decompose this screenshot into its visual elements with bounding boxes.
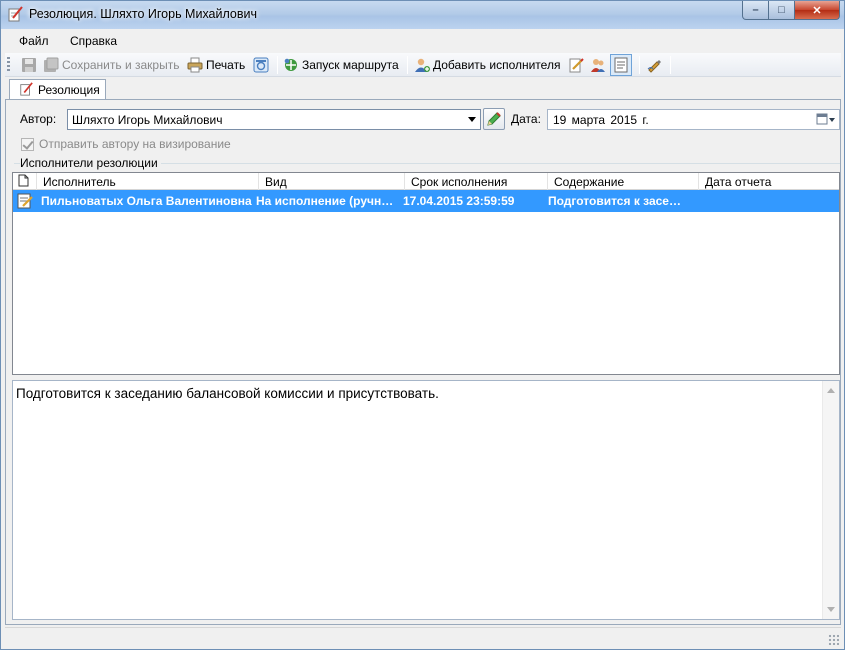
start-route-label: Запуск маршрута: [302, 58, 399, 72]
menu-bar: Файл Справка: [5, 30, 841, 52]
print-button[interactable]: Печать: [187, 56, 245, 74]
author-combobox[interactable]: Шляхто Игорь Михайлович: [67, 109, 481, 130]
header-deadline[interactable]: Срок исполнения: [405, 173, 548, 190]
header-doc-icon-column[interactable]: [13, 173, 37, 190]
toolbar: Сохранить и закрыть Печать Запуск маршру…: [5, 53, 841, 77]
route-icon: [283, 57, 299, 73]
close-button[interactable]: ✕: [795, 1, 840, 20]
checkbox-checked-icon: [21, 137, 34, 151]
toolbar-separator: [639, 56, 640, 74]
tab-resolution[interactable]: Резолюция: [9, 79, 106, 100]
status-bar: [5, 627, 841, 647]
form-preview-icon: [253, 57, 269, 73]
maximize-button[interactable]: □: [769, 1, 795, 20]
memo-vertical-scrollbar[interactable]: [822, 381, 839, 619]
minimize-button[interactable]: –: [742, 1, 769, 20]
header-kind[interactable]: Вид: [259, 173, 405, 190]
resolution-tab-icon: [19, 81, 33, 99]
author-value: Шляхто Игорь Михайлович: [72, 113, 223, 127]
date-picker[interactable]: 19 марта 2015 г.: [547, 109, 840, 130]
executors-table[interactable]: Исполнитель Вид Срок исполнения Содержан…: [12, 172, 840, 375]
start-route-button[interactable]: Запуск маршрута: [283, 56, 399, 74]
add-executor-label: Добавить исполнителя: [433, 58, 561, 72]
resolution-text-area[interactable]: Подготовится к заседанию балансовой коми…: [12, 380, 840, 620]
save-and-close-button[interactable]: Сохранить и закрыть: [43, 56, 179, 74]
menu-file[interactable]: Файл: [19, 34, 49, 48]
send-to-author-label: Отправить автору на визирование: [39, 137, 231, 151]
window-title: Резолюция. Шляхто Игорь Михайлович: [29, 7, 258, 21]
table-header: Исполнитель Вид Срок исполнения Содержан…: [13, 173, 839, 190]
document-icon: [18, 174, 29, 187]
cell-content: Подготовится к засе…: [548, 194, 681, 208]
add-user-icon: [414, 57, 430, 73]
cell-deadline: 17.04.2015 23:59:59: [403, 194, 515, 208]
document-icon: [613, 57, 629, 76]
cell-executor: Пильноватых Ольга Валентиновна: [41, 194, 252, 208]
sign-button[interactable]: [647, 56, 663, 74]
resolution-panel: Автор: Шляхто Игорь Михайлович Дата: 19 …: [5, 99, 841, 625]
resolution-window: Резолюция. Шляхто Игорь Михайлович – □ ✕…: [0, 0, 845, 650]
date-value: 19 марта 2015 г.: [553, 113, 649, 127]
header-content[interactable]: Содержание: [548, 173, 699, 190]
scroll-up-arrow-icon[interactable]: [827, 388, 835, 393]
date-label: Дата:: [511, 112, 541, 126]
save-close-icon: [43, 57, 59, 73]
header-executor[interactable]: Исполнитель: [37, 173, 259, 190]
resolution-doc-icon: [17, 193, 33, 209]
add-executor-button[interactable]: Добавить исполнителя: [414, 56, 560, 74]
users-icon: [590, 57, 606, 73]
header-report-date[interactable]: Дата отчета: [699, 173, 839, 190]
save-icon: [21, 57, 37, 73]
dropdown-arrow-icon[interactable]: [468, 117, 476, 122]
sign-pen-icon: [647, 57, 663, 73]
table-row[interactable]: Пильноватых Ольга Валентиновна На исполн…: [13, 190, 839, 212]
printer-icon: [187, 57, 203, 73]
scroll-down-arrow-icon[interactable]: [827, 607, 835, 612]
tab-strip: Резолюция: [5, 78, 841, 100]
save-button[interactable]: [21, 56, 37, 74]
title-bar[interactable]: Резолюция. Шляхто Игорь Михайлович – □ ✕: [1, 1, 844, 29]
print-label: Печать: [206, 58, 246, 72]
resize-grip-icon[interactable]: [828, 634, 839, 645]
calendar-dropdown-icon[interactable]: [816, 113, 836, 126]
toolbar-separator: [407, 56, 408, 74]
edit-document-button[interactable]: [568, 56, 584, 74]
toolbar-separator: [670, 56, 671, 74]
menu-help[interactable]: Справка: [70, 34, 117, 48]
document-view-toggle[interactable]: [610, 54, 632, 76]
cell-kind: На исполнение (ручн…: [256, 194, 394, 208]
resolution-app-icon: [7, 6, 23, 22]
toolbar-grip[interactable]: [7, 57, 10, 73]
edit-author-button[interactable]: [483, 108, 505, 130]
edit-document-icon: [568, 57, 584, 73]
pencil-icon: [486, 111, 502, 130]
send-to-author-checkbox[interactable]: Отправить автору на визирование: [21, 137, 231, 151]
author-label: Автор:: [20, 112, 57, 126]
preview-button[interactable]: [253, 56, 269, 74]
executors-group-title: Исполнители резолюции: [20, 156, 161, 170]
resolution-text: Подготовится к заседанию балансовой коми…: [16, 386, 439, 401]
users-button[interactable]: [590, 56, 606, 74]
tab-resolution-label: Резолюция: [38, 83, 100, 97]
cell-report-date: [700, 194, 830, 210]
save-and-close-label: Сохранить и закрыть: [62, 58, 180, 72]
toolbar-separator: [277, 56, 278, 74]
